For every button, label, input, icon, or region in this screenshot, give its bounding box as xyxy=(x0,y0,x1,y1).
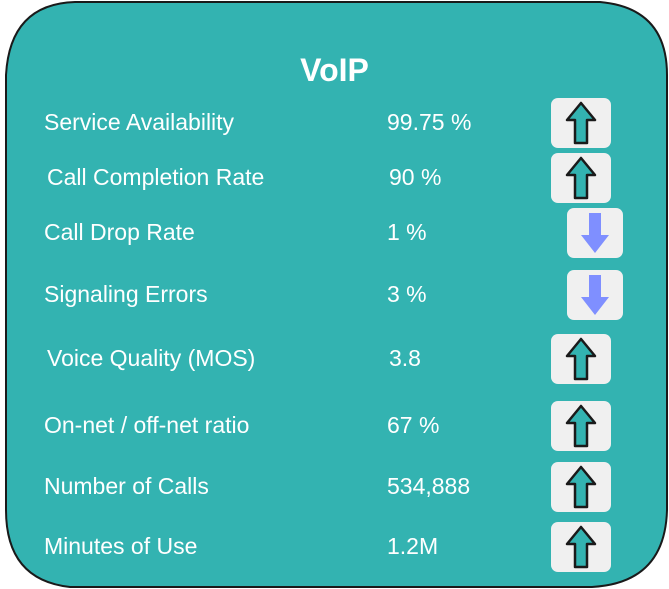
metric-label: Minutes of Use xyxy=(44,533,198,559)
arrow-up-icon xyxy=(565,404,597,448)
metric-value: 67 % xyxy=(387,412,440,438)
arrow-up-icon xyxy=(565,156,597,200)
metric-row-voice-quality: Voice Quality (MOS) 3.8 xyxy=(0,334,669,384)
trend-tile xyxy=(567,270,623,320)
arrow-down-icon xyxy=(581,275,609,315)
metric-label: Number of Calls xyxy=(44,473,209,499)
metric-value: 1.2M xyxy=(387,533,439,559)
metric-row-number-of-calls: Number of Calls 534,888 xyxy=(0,462,669,512)
trend-tile xyxy=(551,153,611,203)
trend-tile xyxy=(567,208,623,258)
metric-value: 534,888 xyxy=(387,473,471,499)
trend-tile xyxy=(551,334,611,384)
metric-value: 3 % xyxy=(387,281,427,307)
metric-label: On-net / off-net ratio xyxy=(44,412,250,438)
metric-value: 3.8 xyxy=(389,345,421,371)
panel-title: VoIP xyxy=(300,52,369,88)
metric-value: 99.75 % xyxy=(387,109,472,135)
metric-label: Call Drop Rate xyxy=(44,219,195,245)
arrow-down-icon xyxy=(581,213,609,253)
metric-label: Call Completion Rate xyxy=(47,164,265,190)
metric-row-call-drop-rate: Call Drop Rate 1 % xyxy=(0,208,669,258)
metric-row-on-net-off-net-ratio: On-net / off-net ratio 67 % xyxy=(0,401,669,451)
metric-value: 1 % xyxy=(387,219,427,245)
metric-label: Service Availability xyxy=(44,109,235,135)
metric-label: Voice Quality (MOS) xyxy=(47,345,256,371)
metric-row-call-completion-rate: Call Completion Rate 90 % xyxy=(0,153,669,203)
metric-value: 90 % xyxy=(389,164,442,190)
metric-row-signaling-errors: Signaling Errors 3 % xyxy=(0,270,669,320)
trend-tile xyxy=(551,462,611,512)
trend-tile xyxy=(551,522,611,572)
arrow-up-icon xyxy=(565,101,597,145)
trend-tile xyxy=(551,98,611,148)
trend-tile xyxy=(551,401,611,451)
metric-row-minutes-of-use: Minutes of Use 1.2M xyxy=(0,522,669,572)
arrow-up-icon xyxy=(565,337,597,381)
arrow-up-icon xyxy=(565,525,597,569)
arrow-up-icon xyxy=(565,465,597,509)
metric-row-service-availability: Service Availability 99.75 % xyxy=(0,98,669,148)
metric-label: Signaling Errors xyxy=(44,281,208,307)
